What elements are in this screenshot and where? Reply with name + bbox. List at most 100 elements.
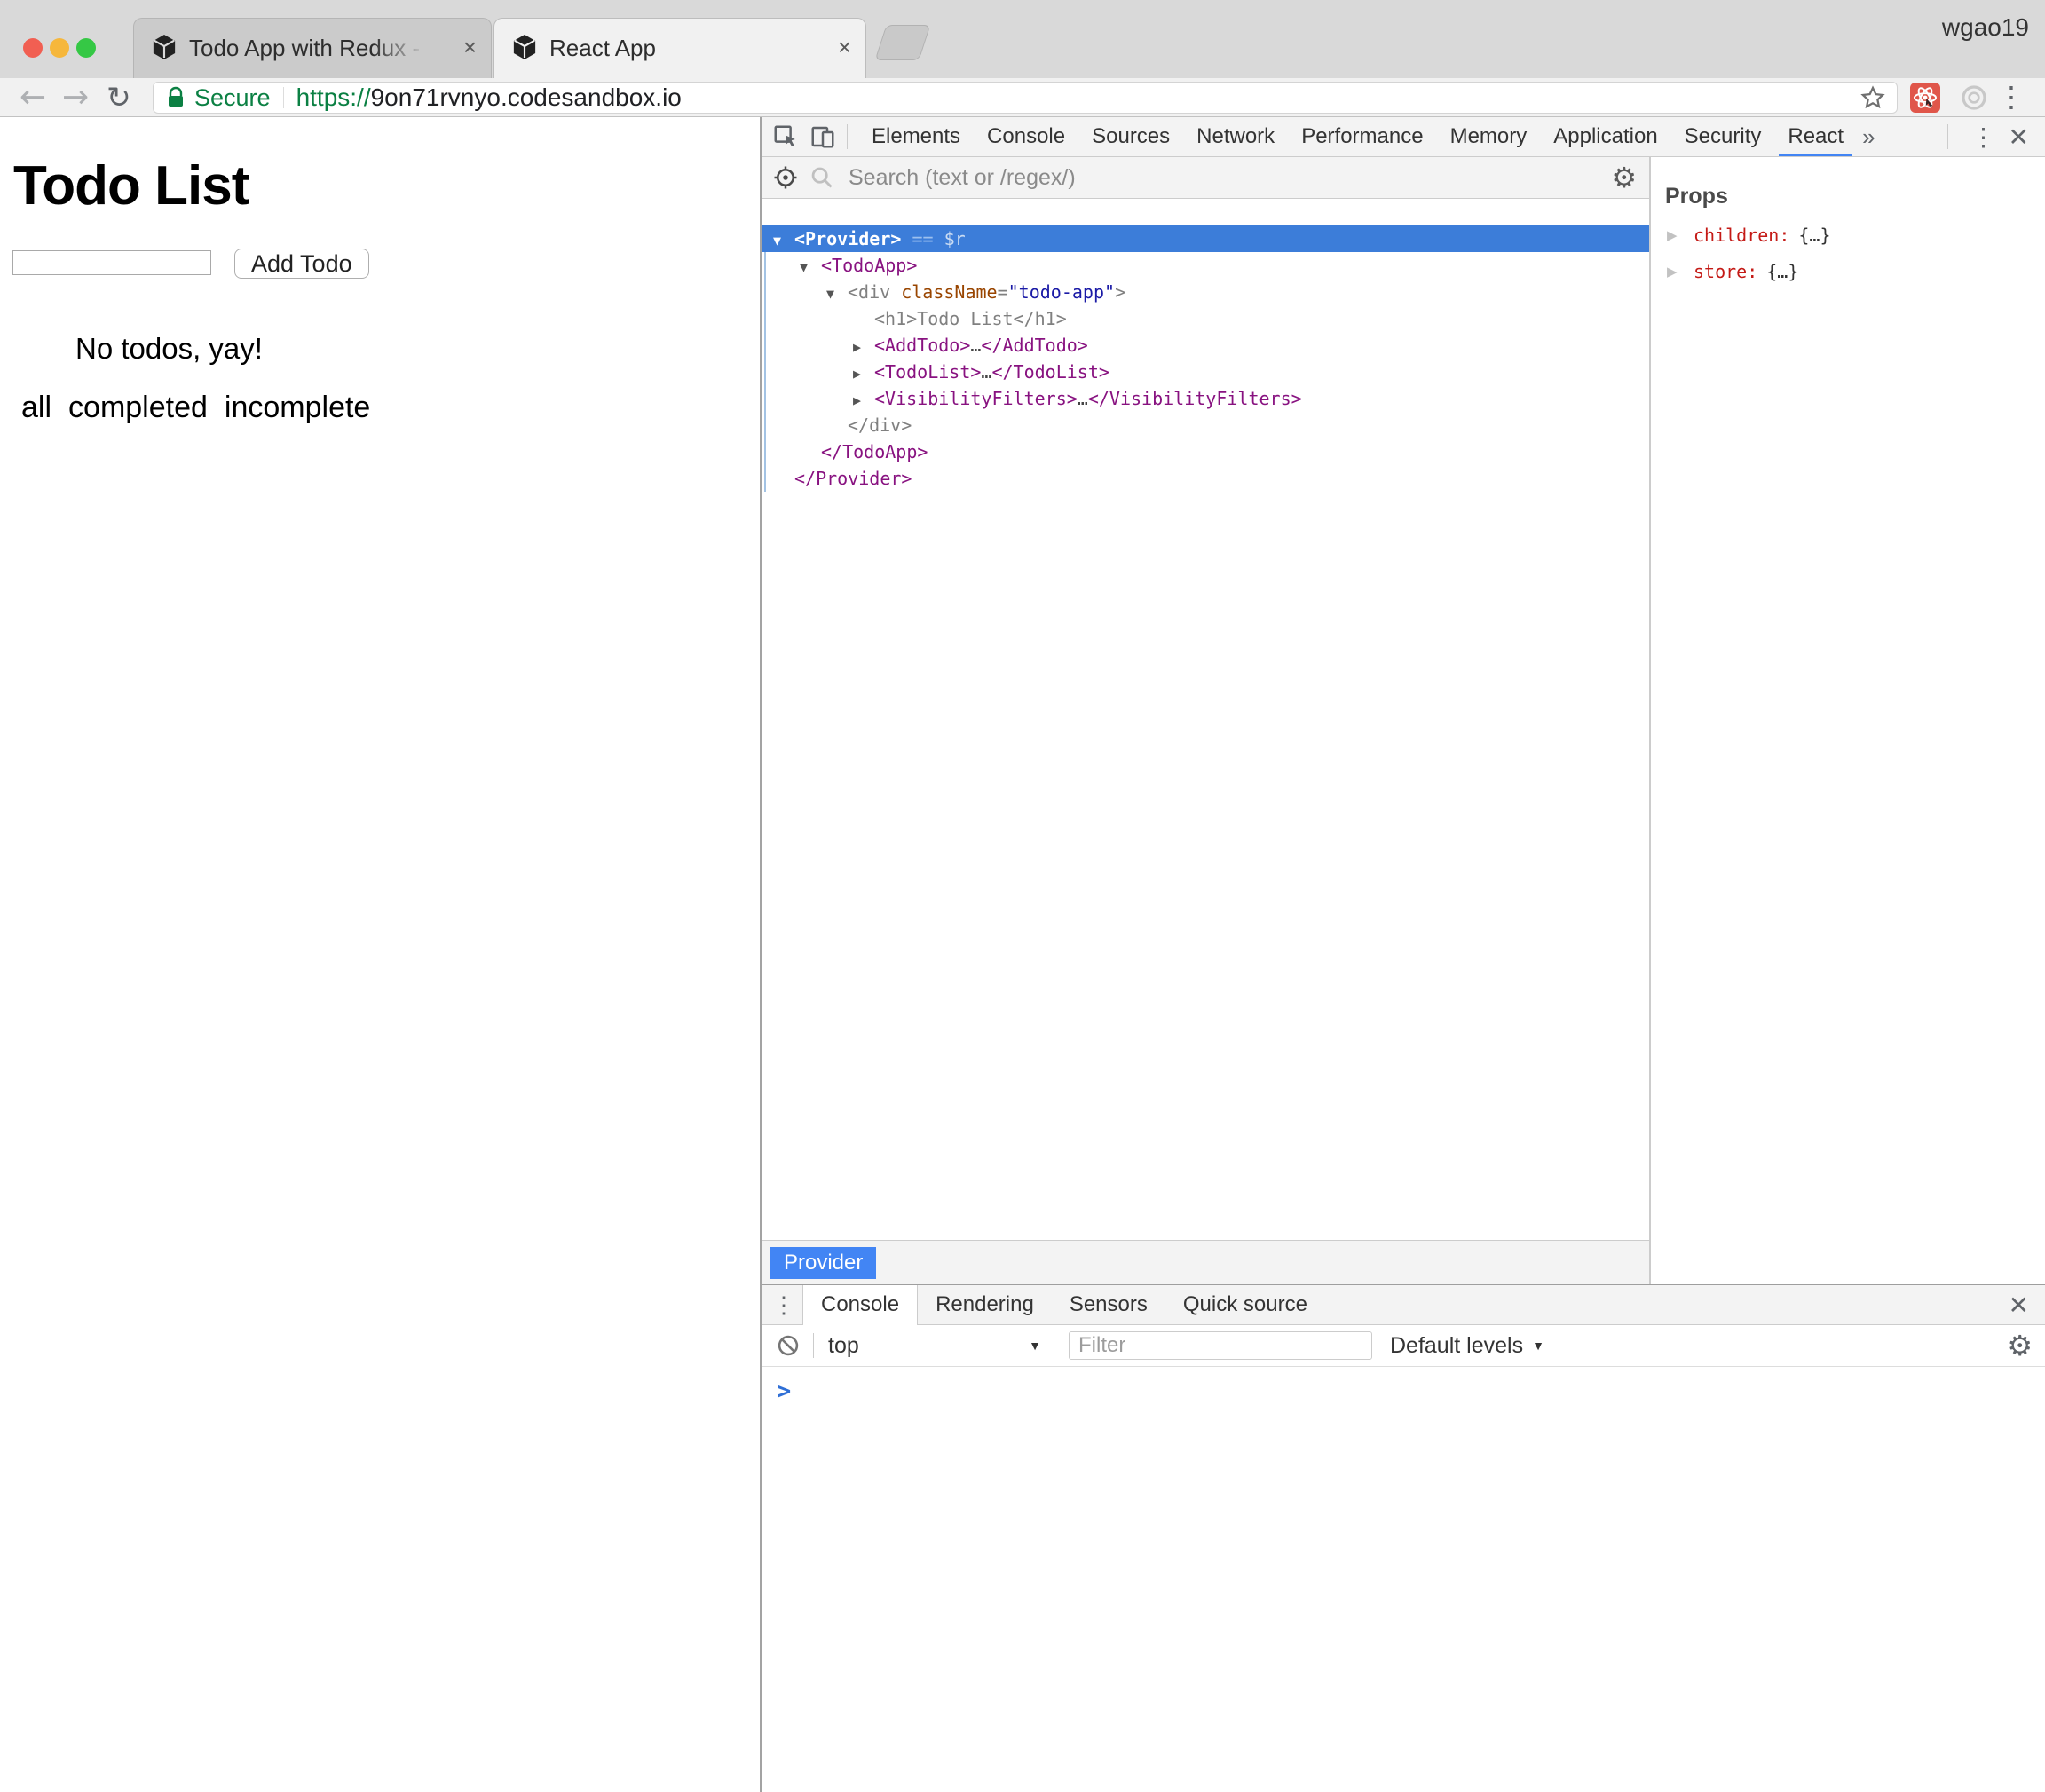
tree-token: </AddTodo> — [981, 335, 1087, 356]
devtools-tab-console[interactable]: Console — [974, 117, 1078, 156]
tree-row[interactable]: <h1>Todo List</h1> — [762, 305, 1649, 332]
tree-row[interactable]: </TodoApp> — [762, 438, 1649, 465]
tab-title: React App — [549, 35, 809, 62]
filter-incomplete[interactable]: incomplete — [225, 391, 370, 425]
devtools-close-icon[interactable]: ✕ — [2009, 122, 2029, 152]
console-settings-gear-icon[interactable]: ⚙ — [2007, 1329, 2033, 1362]
drawer-tab-console[interactable]: Console — [802, 1285, 918, 1325]
tree-row[interactable]: ▼<TodoApp> — [762, 252, 1649, 279]
drawer-tab-sensors[interactable]: Sensors — [1052, 1285, 1165, 1324]
tree-token: <div — [848, 281, 901, 303]
drawer-tab-rendering[interactable]: Rendering — [918, 1285, 1052, 1324]
devtools-tab-memory[interactable]: Memory — [1437, 117, 1541, 156]
back-icon[interactable]: ← — [20, 78, 46, 116]
tree-row[interactable]: </Provider> — [762, 465, 1649, 492]
tree-token: className — [901, 281, 997, 303]
browser-menu-icon[interactable]: ⋮ — [1997, 78, 2025, 116]
address-bar[interactable]: Secure https:// 9on71rvnyo.codesandbox.i… — [153, 82, 1898, 114]
tree-row[interactable]: ▶<TodoList>…</TodoList> — [762, 359, 1649, 385]
browser-tab-react-app[interactable]: React App × — [493, 18, 866, 78]
devtools-tab-sources[interactable]: Sources — [1078, 117, 1183, 156]
tree-token: </VisibilityFilters> — [1088, 388, 1302, 409]
collapsed-arrow-icon[interactable]: ▶ — [853, 334, 874, 360]
filter-all[interactable]: all — [21, 391, 51, 425]
drawer-close-icon[interactable]: ✕ — [2009, 1291, 2029, 1320]
tree-token: $r — [944, 228, 966, 249]
tree-token: <VisibilityFilters> — [874, 388, 1078, 409]
log-levels-select[interactable]: Default levels ▼ — [1390, 1333, 1544, 1359]
close-window-button[interactable] — [23, 38, 43, 58]
collapsed-arrow-icon[interactable]: ▶ — [1665, 264, 1694, 280]
prop-row[interactable]: ▶children:{…} — [1665, 225, 2045, 246]
tree-row[interactable]: ▼<div className="todo-app"> — [762, 279, 1649, 305]
search-icon — [809, 165, 834, 190]
devtools-tab-performance[interactable]: Performance — [1288, 117, 1436, 156]
tree-indent-guide — [764, 252, 766, 492]
tab-close-icon[interactable]: × — [463, 34, 477, 61]
prop-row[interactable]: ▶store:{…} — [1665, 261, 2045, 282]
devtools-tab-network[interactable]: Network — [1183, 117, 1288, 156]
expanded-arrow-icon[interactable]: ▼ — [773, 227, 794, 254]
inspect-element-icon[interactable] — [772, 123, 799, 150]
console-toolbar: top ▼ Default levels ▼ ⚙ — [762, 1325, 2045, 1367]
browser-tab-strip: Todo App with Redux - CodeSa × React App… — [0, 0, 2045, 78]
expanded-arrow-icon[interactable]: ▼ — [800, 254, 821, 280]
console-prompt-icon[interactable]: > — [777, 1378, 791, 1405]
todo-input[interactable] — [12, 250, 211, 275]
react-panel: ⚙ ▼<Provider> == $r▼<TodoApp>▼<div class… — [762, 157, 2045, 1284]
tree-row[interactable]: </div> — [762, 412, 1649, 438]
tree-row[interactable]: ▶<VisibilityFilters>…</VisibilityFilters… — [762, 385, 1649, 412]
drawer-menu-icon[interactable]: ⋮ — [772, 1291, 795, 1319]
more-tabs-icon[interactable]: » — [1862, 123, 1875, 151]
minimize-window-button[interactable] — [50, 38, 69, 58]
react-tree-pane: ⚙ ▼<Provider> == $r▼<TodoApp>▼<div class… — [762, 157, 1651, 1284]
devtools-tab-elements[interactable]: Elements — [858, 117, 974, 156]
chevron-down-icon: ▼ — [1029, 1338, 1041, 1353]
clear-console-icon[interactable] — [776, 1333, 801, 1358]
react-devtools-extension-icon[interactable] — [1910, 83, 1940, 113]
react-toolbar: ⚙ — [762, 157, 1649, 199]
drawer-tab-quick-source[interactable]: Quick source — [1165, 1285, 1325, 1324]
select-component-target-icon[interactable] — [772, 164, 799, 191]
add-todo-button[interactable]: Add Todo — [234, 249, 369, 279]
tree-token: > — [1115, 281, 1125, 303]
tree-row[interactable]: ▶<AddTodo>…</AddTodo> — [762, 332, 1649, 359]
forward-icon[interactable]: → — [62, 78, 89, 116]
browser-profile-name[interactable]: wgao19 — [1942, 13, 2029, 42]
tab-close-icon[interactable]: × — [838, 34, 851, 61]
expanded-arrow-icon[interactable]: ▼ — [826, 280, 848, 307]
devtools-panel: ElementsConsoleSourcesNetworkPerformance… — [762, 117, 2045, 1792]
devtools-tab-application[interactable]: Application — [1540, 117, 1670, 156]
collapsed-arrow-icon[interactable]: ▶ — [853, 360, 874, 387]
zoom-window-button[interactable] — [76, 38, 96, 58]
device-toolbar-icon[interactable] — [809, 123, 836, 150]
bookmark-star-icon[interactable] — [1859, 84, 1886, 111]
console-filter-input[interactable] — [1069, 1331, 1372, 1360]
tree-token: </div> — [848, 414, 912, 436]
react-tree: ▼<Provider> == $r▼<TodoApp>▼<div classNa… — [762, 199, 1649, 1240]
tree-token: </Provider> — [794, 468, 912, 489]
devtools-tab-security[interactable]: Security — [1671, 117, 1775, 156]
execution-context-select[interactable]: top ▼ — [828, 1333, 1041, 1359]
props-header: Props — [1665, 184, 2045, 209]
react-settings-gear-icon[interactable]: ⚙ — [1611, 161, 1637, 194]
collapsed-arrow-icon[interactable]: ▶ — [1665, 227, 1694, 243]
new-tab-button[interactable] — [875, 25, 931, 60]
props-rows: ▶children:{…} ▶store:{…} — [1665, 225, 2045, 282]
tree-row[interactable]: ▼<Provider> == $r — [762, 225, 1649, 252]
console-drawer: ⋮ ConsoleRenderingSensorsQuick source ✕ … — [762, 1284, 2045, 1792]
console-messages[interactable]: > — [762, 1367, 2045, 1405]
url-host: 9on71rvnyo.codesandbox.io — [371, 83, 682, 112]
tab-title-fade — [372, 31, 434, 67]
prop-value: {…} — [1766, 261, 1798, 282]
devtools-menu-icon[interactable]: ⋮ — [1971, 122, 1996, 152]
disabled-extension-icon[interactable] — [1960, 83, 1988, 112]
react-search-input[interactable] — [847, 164, 1611, 192]
filter-completed[interactable]: completed — [68, 391, 208, 425]
reload-icon[interactable]: ↻ — [107, 78, 131, 116]
devtools-tab-react[interactable]: React — [1774, 117, 1857, 156]
browser-tab-codesandbox[interactable]: Todo App with Redux - CodeSa × — [133, 18, 492, 78]
collapsed-arrow-icon[interactable]: ▶ — [853, 387, 874, 414]
breadcrumb-provider[interactable]: Provider — [770, 1247, 876, 1279]
react-breadcrumb-bar: Provider — [762, 1240, 1649, 1284]
